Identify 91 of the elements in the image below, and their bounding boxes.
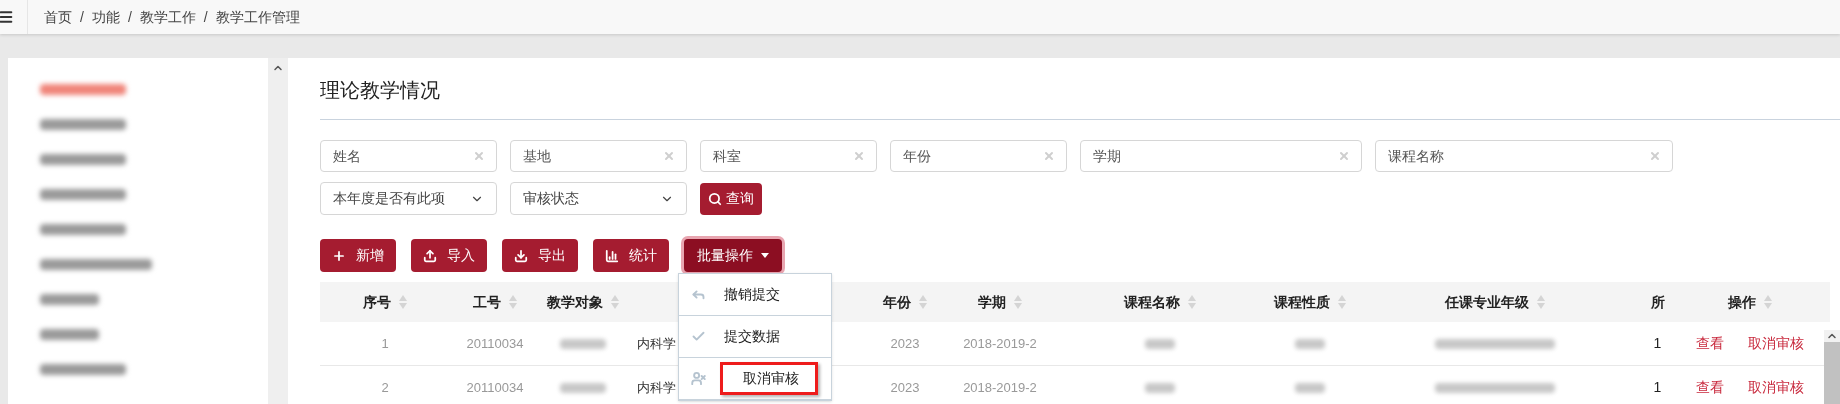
breadcrumb-link[interactable]: 教学工作 bbox=[139, 6, 196, 28]
toolbar-icon bbox=[514, 248, 528, 263]
column-header: 年份 bbox=[883, 292, 911, 312]
sort-icon[interactable] bbox=[1764, 295, 1772, 309]
menu-item[interactable]: 撤销提交 bbox=[720, 281, 784, 308]
caret-icon bbox=[761, 253, 769, 258]
sort-icon[interactable] bbox=[399, 295, 407, 309]
table-cell-text: 20110034 bbox=[466, 378, 524, 397]
action-link[interactable]: 取消审核 bbox=[1748, 377, 1804, 398]
sidebar-item[interactable] bbox=[40, 154, 126, 165]
sort-icon[interactable] bbox=[1537, 295, 1545, 309]
breadcrumb-link[interactable]: 功能 bbox=[91, 6, 120, 28]
filter-field[interactable]: 姓名 bbox=[320, 140, 497, 172]
column-header: 教学对象 bbox=[546, 292, 603, 312]
action-link[interactable]: 查看 bbox=[1696, 333, 1724, 354]
filter-field[interactable]: 基地 bbox=[510, 140, 687, 172]
menu-item[interactable]: 取消审核 bbox=[720, 362, 818, 395]
batch-dropdown-button[interactable]: 批量操作 bbox=[684, 239, 782, 272]
clear-icon[interactable] bbox=[663, 150, 675, 162]
toolbar-icon bbox=[332, 248, 346, 263]
sidebar-item[interactable] bbox=[40, 119, 126, 130]
table-cell-text: 1 bbox=[1653, 378, 1662, 397]
sort-icon[interactable] bbox=[1188, 295, 1196, 309]
table-cell-text: 1 bbox=[1653, 334, 1662, 353]
table-cell-text: 1 bbox=[381, 334, 389, 353]
toolbar-icon bbox=[423, 248, 437, 263]
blurred-text bbox=[1295, 338, 1325, 349]
column-header: 工号 bbox=[473, 292, 501, 312]
sidebar-item[interactable] bbox=[40, 84, 126, 95]
toolbar-button[interactable]: 新增 bbox=[320, 239, 396, 272]
sort-icon[interactable] bbox=[610, 295, 619, 309]
blurred-text bbox=[1145, 382, 1175, 393]
blurred-text bbox=[1145, 338, 1175, 349]
sidebar-item[interactable] bbox=[40, 224, 126, 235]
column-header: 操作 bbox=[1728, 292, 1756, 312]
sort-icon[interactable] bbox=[919, 295, 927, 309]
column-header: 学期 bbox=[978, 292, 1006, 312]
clear-icon[interactable] bbox=[1649, 150, 1661, 162]
table-cell-text: 2023 bbox=[890, 378, 920, 397]
filter-field[interactable]: 年份 bbox=[890, 140, 1067, 172]
clear-icon[interactable] bbox=[1043, 150, 1055, 162]
table-cell-text: 内科学 bbox=[637, 378, 676, 397]
blurred-text bbox=[559, 338, 606, 349]
page-title: 理论教学情况 bbox=[320, 78, 441, 103]
filter-field[interactable]: 学期 bbox=[1080, 140, 1362, 172]
search-button[interactable]: 查询 bbox=[700, 182, 762, 215]
sidebar-item[interactable] bbox=[40, 294, 100, 305]
menu-item-icon bbox=[691, 329, 706, 344]
sort-icon[interactable] bbox=[1338, 295, 1346, 309]
menu-item-icon bbox=[691, 371, 706, 386]
clear-icon[interactable] bbox=[1338, 150, 1350, 162]
filter-select[interactable]: 审核状态 bbox=[510, 182, 687, 215]
search-icon bbox=[708, 191, 722, 206]
clear-icon[interactable] bbox=[853, 150, 865, 162]
menu-item-icon bbox=[691, 287, 706, 302]
toolbar-icon bbox=[605, 248, 619, 263]
filter-select[interactable]: 本年度是否有此项 bbox=[320, 182, 497, 215]
column-header: 课程性质 bbox=[1274, 292, 1330, 312]
breadcrumb-separator: / bbox=[80, 7, 84, 27]
sidebar-item[interactable] bbox=[40, 364, 126, 375]
filter-field[interactable]: 科室 bbox=[700, 140, 877, 172]
breadcrumb-separator: / bbox=[203, 7, 208, 27]
sidebar-item[interactable] bbox=[40, 189, 126, 200]
blurred-text bbox=[559, 382, 606, 393]
breadcrumb-link[interactable]: 首页 bbox=[44, 6, 72, 28]
sidebar-item[interactable] bbox=[40, 329, 100, 340]
column-header: 序号 bbox=[363, 292, 391, 312]
blurred-text bbox=[1295, 382, 1325, 393]
action-link[interactable]: 查看 bbox=[1696, 377, 1724, 398]
toolbar-button[interactable]: 导出 bbox=[502, 239, 578, 272]
breadcrumb-link[interactable]: 教学工作管理 bbox=[215, 6, 300, 28]
table-cell-text: 2023 bbox=[890, 334, 920, 353]
column-header: 课程名称 bbox=[1124, 292, 1180, 312]
menu-icon[interactable] bbox=[0, 9, 14, 25]
table-cell-text: 内科学 bbox=[637, 334, 676, 353]
column-header: 任课专业年级 bbox=[1445, 292, 1529, 312]
clear-icon[interactable] bbox=[473, 150, 485, 162]
filter-field[interactable]: 课程名称 bbox=[1375, 140, 1673, 172]
table-cell-text: 2018-2019-2 bbox=[963, 334, 1037, 353]
toolbar-button[interactable]: 导入 bbox=[411, 239, 487, 272]
menu-item[interactable]: 提交数据 bbox=[720, 323, 784, 350]
column-header: 所 bbox=[1650, 292, 1665, 312]
sort-icon[interactable] bbox=[509, 295, 517, 309]
action-link[interactable]: 取消审核 bbox=[1748, 333, 1804, 354]
table-cell-text: 2 bbox=[381, 378, 389, 397]
table-cell-text: 20110034 bbox=[466, 334, 524, 353]
toolbar-button[interactable]: 统计 bbox=[593, 239, 669, 272]
breadcrumb-separator: / bbox=[127, 7, 132, 27]
sort-icon[interactable] bbox=[1014, 295, 1022, 309]
sidebar-item[interactable] bbox=[40, 259, 153, 270]
table-cell-text: 2018-2019-2 bbox=[963, 378, 1037, 397]
